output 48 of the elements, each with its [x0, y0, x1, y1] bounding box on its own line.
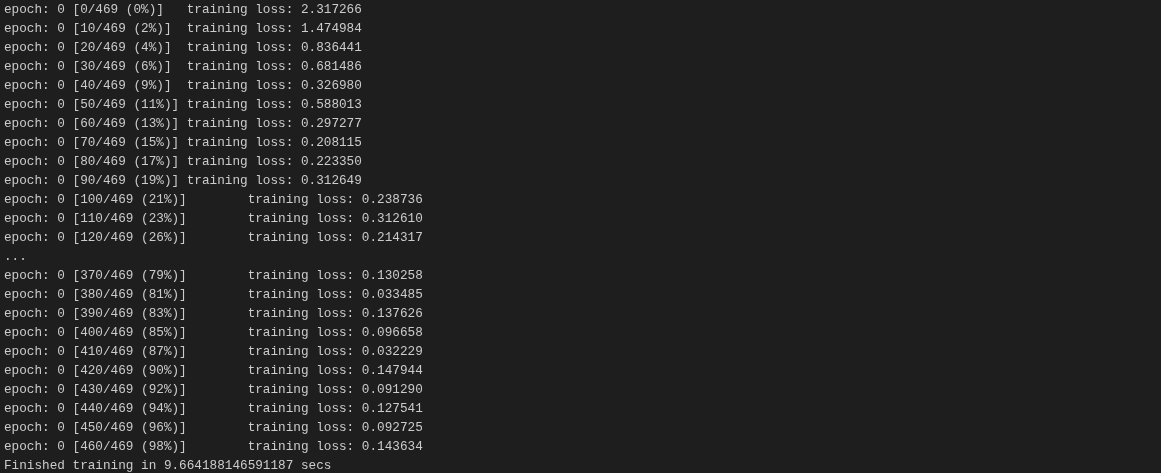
- loss-text: training loss: 0.032229: [247, 343, 423, 361]
- progress-text: epoch: 0 [90/469 (19%)]: [4, 172, 181, 190]
- loss-text: training loss: 0.092725: [247, 419, 423, 437]
- loss-text: training loss: 0.312649: [186, 172, 362, 190]
- progress-text: epoch: 0 [0/469 (0%)]: [4, 1, 165, 19]
- loss-text: training loss: 0.238736: [247, 191, 423, 209]
- progress-text: epoch: 0 [120/469 (26%)]: [4, 229, 188, 247]
- output-text: ...: [4, 248, 27, 266]
- progress-text: epoch: 0 [380/469 (81%)]: [4, 286, 188, 304]
- loss-text: training loss: 0.096658: [247, 324, 423, 342]
- progress-text: epoch: 0 [20/469 (4%)]: [4, 39, 173, 57]
- progress-text: epoch: 0 [440/469 (94%)]: [4, 400, 188, 418]
- progress-text: epoch: 0 [460/469 (98%)]: [4, 438, 188, 456]
- progress-text: epoch: 0 [110/469 (23%)]: [4, 210, 188, 228]
- loss-text: training loss: 0.033485: [247, 286, 423, 304]
- progress-text: epoch: 0 [390/469 (83%)]: [4, 305, 188, 323]
- loss-text: training loss: 0.836441: [186, 39, 362, 57]
- loss-text: training loss: 0.130258: [247, 267, 423, 285]
- progress-text: epoch: 0 [400/469 (85%)]: [4, 324, 188, 342]
- loss-text: training loss: 0.208115: [186, 134, 362, 152]
- loss-text: training loss: 0.297277: [186, 115, 362, 133]
- progress-text: epoch: 0 [30/469 (6%)]: [4, 58, 173, 76]
- progress-text: epoch: 0 [370/469 (79%)]: [4, 267, 188, 285]
- loss-text: training loss: 0.214317: [247, 229, 423, 247]
- progress-text: epoch: 0 [70/469 (15%)]: [4, 134, 181, 152]
- progress-text: epoch: 0 [430/469 (92%)]: [4, 381, 188, 399]
- progress-text: epoch: 0 [100/469 (21%)]: [4, 191, 188, 209]
- loss-text: training loss: 1.474984: [186, 20, 362, 38]
- loss-text: training loss: 0.681486: [186, 58, 362, 76]
- progress-text: epoch: 0 [410/469 (87%)]: [4, 343, 188, 361]
- loss-text: training loss: 0.147944: [247, 362, 423, 380]
- loss-text: training loss: 0.143634: [247, 438, 423, 456]
- progress-text: epoch: 0 [40/469 (9%)]: [4, 77, 173, 95]
- loss-text: training loss: 0.223350: [186, 153, 362, 171]
- progress-text: epoch: 0 [60/469 (13%)]: [4, 115, 181, 133]
- loss-text: training loss: 0.312610: [247, 210, 423, 228]
- loss-text: training loss: 0.091290: [247, 381, 423, 399]
- loss-text: training loss: 0.137626: [247, 305, 423, 323]
- output-text: Finished training in 9.664188146591187 secs: [4, 457, 332, 473]
- progress-text: epoch: 0 [10/469 (2%)]: [4, 20, 173, 38]
- progress-text: epoch: 0 [450/469 (96%)]: [4, 419, 188, 437]
- loss-text: training loss: 0.127541: [247, 400, 423, 418]
- progress-text: epoch: 0 [50/469 (11%)]: [4, 96, 181, 114]
- loss-text: training loss: 2.317266: [186, 1, 362, 19]
- loss-text: training loss: 0.588013: [186, 96, 362, 114]
- progress-text: epoch: 0 [420/469 (90%)]: [4, 362, 188, 380]
- progress-text: epoch: 0 [80/469 (17%)]: [4, 153, 181, 171]
- loss-text: training loss: 0.326980: [186, 77, 362, 95]
